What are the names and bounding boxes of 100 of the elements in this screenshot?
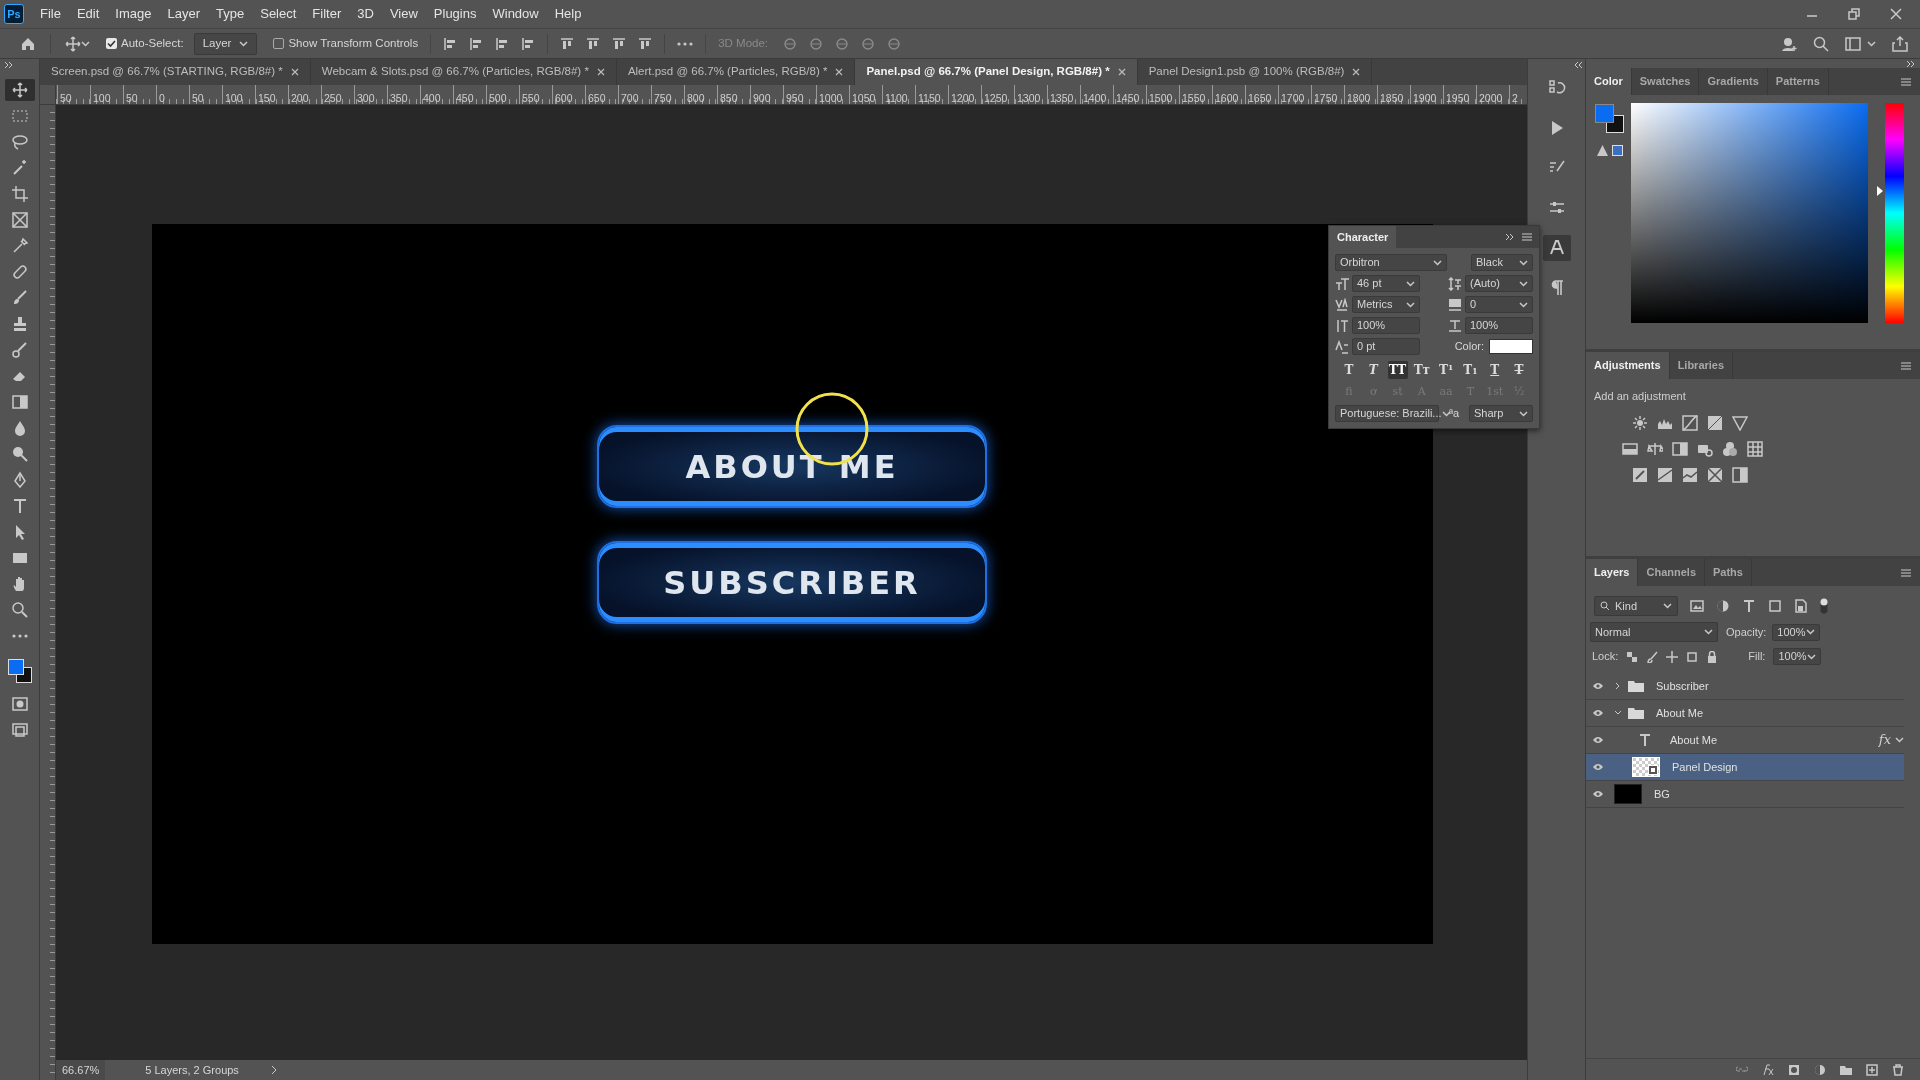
panel-tab[interactable]: Channels xyxy=(1638,559,1705,586)
panel-tab[interactable]: Color xyxy=(1586,68,1632,95)
opacity-field[interactable]: 100% xyxy=(1772,623,1821,641)
layer-row[interactable]: About Me xyxy=(1586,700,1904,727)
input-field[interactable]: 100% xyxy=(1352,317,1420,334)
lock-icon[interactable] xyxy=(1706,650,1719,663)
close-icon[interactable] xyxy=(1117,68,1126,76)
color-swatches-icon[interactable] xyxy=(7,659,32,683)
input-field[interactable]: 0 pt xyxy=(1352,338,1420,355)
mask-icon[interactable] xyxy=(1788,1063,1800,1076)
layer-dropdown[interactable]: Layer xyxy=(193,32,258,55)
menu-item[interactable]: Window xyxy=(484,0,547,28)
input-field[interactable]: 46 pt xyxy=(1352,275,1420,292)
input-field[interactable]: Metrics xyxy=(1352,296,1420,313)
menu-item[interactable]: View xyxy=(381,0,426,28)
layer-row[interactable]: BG xyxy=(1586,781,1904,808)
smart-object-filter-icon[interactable] xyxy=(1794,599,1808,613)
effects-icon[interactable]: fx xyxy=(1878,730,1891,750)
panel-menu-icon[interactable] xyxy=(1900,76,1912,87)
chevron-down-icon[interactable] xyxy=(1614,709,1622,717)
panel-tab[interactable]: Layers xyxy=(1586,559,1639,586)
all-caps-button[interactable]: TT xyxy=(1387,361,1408,379)
input-field[interactable]: 100% xyxy=(1465,317,1533,334)
filter-dropdown[interactable]: Kind xyxy=(1594,596,1678,616)
subscript-button[interactable]: T₁ xyxy=(1460,361,1481,379)
adjustment-filter-icon[interactable] xyxy=(1716,599,1730,613)
brush-icon[interactable] xyxy=(1646,650,1659,663)
checkbox[interactable] xyxy=(273,38,285,49)
adjustment-layer-icon[interactable] xyxy=(1814,1063,1826,1076)
checkbox[interactable] xyxy=(106,38,117,49)
menu-item[interactable]: Image xyxy=(107,0,160,28)
panel-tab[interactable]: Gradients xyxy=(1699,68,1768,95)
blend-mode-dropdown[interactable]: Normal xyxy=(1590,622,1718,642)
superscript-button[interactable]: T¹ xyxy=(1436,361,1457,379)
type-filter-icon[interactable] xyxy=(1742,599,1756,613)
panel-tab[interactable]: Patterns xyxy=(1767,68,1829,95)
close-icon[interactable] xyxy=(1890,8,1902,20)
close-icon[interactable] xyxy=(290,68,299,76)
strikethrough-button[interactable]: T xyxy=(1508,361,1529,379)
small-caps-button[interactable]: Tт xyxy=(1411,361,1432,379)
image-filter-icon[interactable] xyxy=(1690,599,1704,613)
menu-item[interactable]: 3D xyxy=(349,0,382,28)
layer-row[interactable]: Subscriber xyxy=(1586,673,1904,700)
menu-item[interactable]: Layer xyxy=(159,0,209,28)
trash-icon[interactable] xyxy=(1892,1063,1904,1076)
input-field[interactable]: 0 xyxy=(1465,296,1533,313)
panel-tab[interactable]: Character xyxy=(1329,226,1397,248)
underline-button[interactable]: T xyxy=(1484,361,1505,379)
font-family-dropdown[interactable]: Orbitron xyxy=(1335,254,1447,271)
collapse-icon[interactable] xyxy=(4,61,14,69)
collapse-icon[interactable] xyxy=(1906,59,1916,68)
chevron-right-icon[interactable] xyxy=(271,1065,278,1075)
user-search-icon[interactable] xyxy=(1781,35,1797,52)
move-tool-button[interactable] xyxy=(4,79,35,101)
menu-item[interactable]: Edit xyxy=(68,0,108,28)
quick-mask-icon[interactable] xyxy=(11,697,28,711)
menu-item[interactable]: File xyxy=(32,0,69,28)
curves-icon[interactable] xyxy=(1682,414,1698,431)
panel-menu-icon[interactable] xyxy=(1900,567,1912,578)
document-tab[interactable]: Panel.psd @ 66.7% (Panel Design, RGB/8#) * xyxy=(855,59,1138,85)
home-icon[interactable] xyxy=(20,35,36,52)
visibility-icon[interactable] xyxy=(1592,682,1604,690)
workspace-icon[interactable] xyxy=(1845,36,1861,51)
character-panel-button[interactable] xyxy=(1542,235,1571,261)
panel-menu-icon[interactable] xyxy=(1900,360,1912,371)
italic-button[interactable]: T xyxy=(1363,361,1384,379)
font-style-dropdown[interactable]: Black xyxy=(1471,254,1533,271)
brightness-icon[interactable] xyxy=(1632,414,1648,431)
bold-button[interactable]: T xyxy=(1339,361,1359,379)
color-swatches-icon[interactable] xyxy=(1594,103,1624,133)
panel-tab[interactable]: Paths xyxy=(1705,559,1752,586)
align-left-icon[interactable] xyxy=(443,36,458,51)
antialias-dropdown[interactable]: Sharp xyxy=(1469,405,1533,422)
more-icon[interactable] xyxy=(677,41,694,46)
slider-thumb[interactable] xyxy=(1877,186,1883,196)
menu-item[interactable]: Filter xyxy=(304,0,350,28)
zoom-level-field[interactable]: 66.67% xyxy=(56,1060,106,1080)
close-icon[interactable] xyxy=(596,68,605,76)
filter-toggle-icon[interactable] xyxy=(1820,598,1828,614)
panel-tab[interactable]: Swatches xyxy=(1631,68,1700,95)
chevron-right-icon[interactable] xyxy=(1614,682,1622,690)
fill-field[interactable]: 100% xyxy=(1773,648,1822,665)
visibility-icon[interactable] xyxy=(1592,763,1604,771)
new-layer-icon[interactable] xyxy=(1866,1063,1878,1076)
collapse-icon[interactable] xyxy=(1505,233,1515,241)
move-icon[interactable] xyxy=(1666,650,1679,663)
panel-menu-icon[interactable] xyxy=(1521,232,1533,242)
menu-item[interactable]: Plugins xyxy=(425,0,485,28)
lock-pixels-icon[interactable] xyxy=(1626,650,1639,663)
gamut-color-swatch[interactable] xyxy=(1612,145,1623,156)
shape-filter-icon[interactable] xyxy=(1768,599,1782,613)
menu-item[interactable]: Type xyxy=(208,0,253,28)
color-balance-icon[interactable] xyxy=(1647,440,1663,457)
fx-icon[interactable] xyxy=(1762,1063,1774,1076)
folder-icon[interactable] xyxy=(1840,1063,1852,1076)
menu-item[interactable]: Help xyxy=(546,0,590,28)
layer-row[interactable]: Panel Design xyxy=(1586,754,1904,781)
panel-tab[interactable]: Libraries xyxy=(1669,352,1734,379)
move-icon[interactable] xyxy=(65,35,81,52)
color-field[interactable] xyxy=(1631,103,1868,323)
